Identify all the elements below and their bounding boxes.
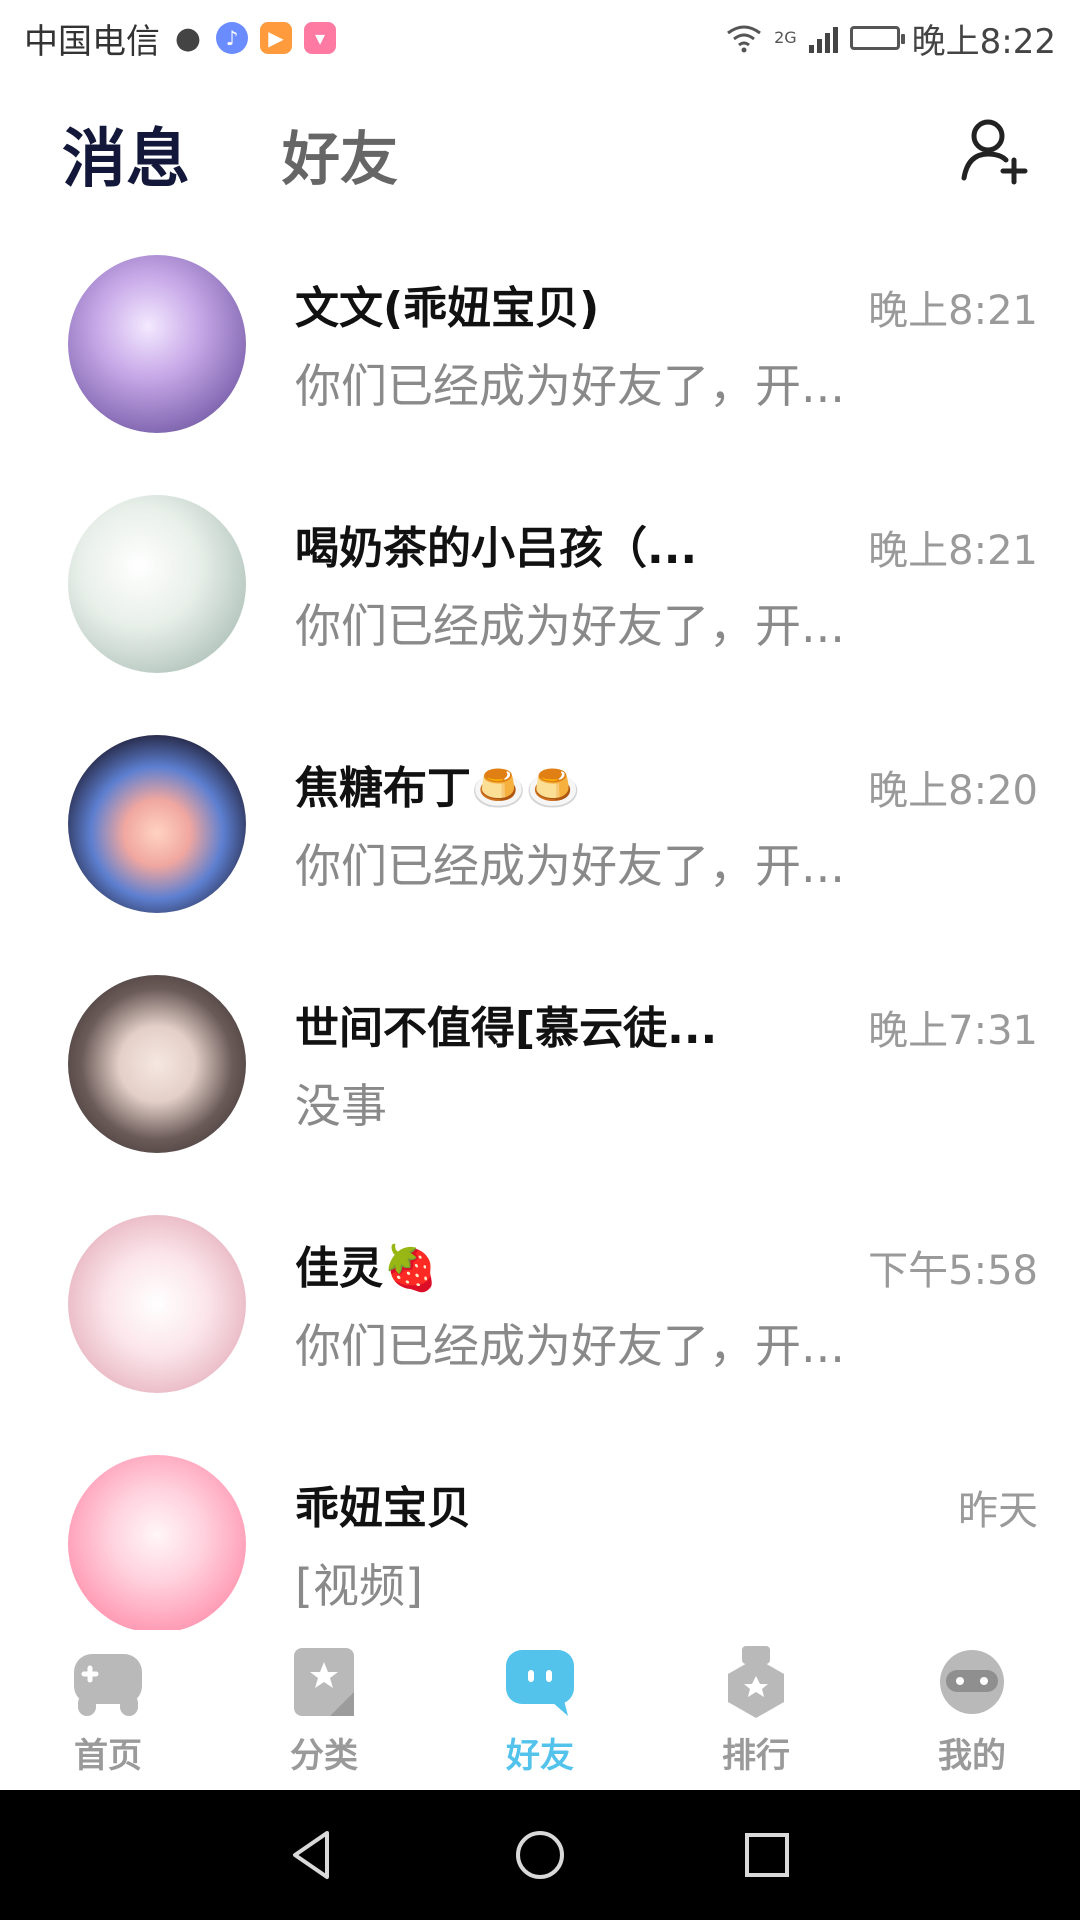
music-icon: ♪ xyxy=(216,22,248,54)
ranking-icon xyxy=(728,1645,784,1718)
message-preview: 你们已经成为好友了，开... xyxy=(295,839,845,893)
status-time: 晚上8:22 xyxy=(911,21,1056,62)
category-icon xyxy=(294,1647,354,1716)
carrier-label: 中国电信 xyxy=(24,21,160,62)
status-right: 2G 晚上8:22 xyxy=(726,14,1056,63)
contact-name: 文文(乖妞宝贝) xyxy=(295,283,600,334)
status-left: 中国电信 ● ♪ ▶ ▾ xyxy=(24,14,336,63)
nav-label: 首页 xyxy=(74,1735,142,1776)
add-friend-button[interactable] xyxy=(960,116,1030,186)
conversation-list: 文文(乖妞宝贝) 晚上8:21 你们已经成为好友了，开... 喝奶茶的小吕孩（.… xyxy=(0,250,1080,1690)
message-time: 昨天 xyxy=(958,1488,1038,1534)
nav-item-ranking[interactable]: 排行 xyxy=(666,1644,846,1777)
nav-item-category[interactable]: 分类 xyxy=(234,1644,414,1777)
avatar[interactable] xyxy=(68,1215,246,1393)
conversation-item[interactable]: 焦糖布丁🍮🍮 晚上8:20 你们已经成为好友了，开... xyxy=(0,730,1080,970)
conversation-item[interactable]: 佳灵🍓 下午5:58 你们已经成为好友了，开... xyxy=(0,1210,1080,1450)
wifi-icon xyxy=(727,25,761,53)
message-time: 晚上8:20 xyxy=(868,768,1038,814)
nav-item-home[interactable]: 首页 xyxy=(18,1644,198,1777)
nav-label: 好友 xyxy=(506,1735,574,1776)
video-player-icon: ▶ xyxy=(260,22,292,54)
message-time: 晚上8:21 xyxy=(868,528,1038,574)
nav-label: 我的 xyxy=(938,1735,1006,1776)
nav-label: 排行 xyxy=(722,1735,790,1776)
home-icon[interactable] xyxy=(510,1825,570,1885)
avatar[interactable] xyxy=(68,735,246,913)
chat-bubble-icon xyxy=(506,1649,574,1716)
nav-label: 分类 xyxy=(290,1735,358,1776)
screen: 中国电信 ● ♪ ▶ ▾ 2G 晚上8:22 消息 好友 文文(乖妞宝贝) 晚上… xyxy=(0,0,1080,1920)
recents-icon[interactable] xyxy=(737,1825,797,1885)
shop-icon: ▾ xyxy=(304,22,336,54)
tab-messages[interactable]: 消息 xyxy=(62,108,190,200)
nav-item-profile[interactable]: 我的 xyxy=(882,1644,1062,1777)
network-type-label: 2G xyxy=(774,27,797,47)
message-time: 晚上8:21 xyxy=(868,288,1038,334)
contact-name: 焦糖布丁🍮🍮 xyxy=(295,763,581,814)
message-preview: 你们已经成为好友了，开... xyxy=(295,359,845,413)
avatar[interactable] xyxy=(68,975,246,1153)
message-preview: 你们已经成为好友了，开... xyxy=(295,599,845,653)
wechat-icon: ● xyxy=(174,20,202,56)
battery-icon xyxy=(849,26,905,50)
gamepad-icon xyxy=(74,1653,142,1716)
nav-item-friends[interactable]: 好友 xyxy=(450,1644,630,1777)
contact-name: 乖妞宝贝 xyxy=(295,1483,471,1534)
header: 消息 好友 xyxy=(0,96,1080,206)
contact-name: 世间不值得[慕云徒... xyxy=(295,1003,718,1054)
back-icon[interactable] xyxy=(283,1825,343,1885)
message-time: 晚上7:31 xyxy=(868,1008,1038,1054)
status-bar: 中国电信 ● ♪ ▶ ▾ 2G 晚上8:22 xyxy=(0,0,1080,76)
bottom-nav: 首页 分类 好友 排行 我的 xyxy=(0,1630,1080,1790)
avatar[interactable] xyxy=(68,495,246,673)
conversation-item[interactable]: 文文(乖妞宝贝) 晚上8:21 你们已经成为好友了，开... xyxy=(0,250,1080,490)
contact-name: 佳灵🍓 xyxy=(295,1243,438,1294)
signal-icon xyxy=(808,23,838,53)
message-preview: 没事 xyxy=(295,1079,387,1133)
contact-name: 喝奶茶的小吕孩（... xyxy=(295,523,698,574)
conversation-item[interactable]: 喝奶茶的小吕孩（... 晚上8:21 你们已经成为好友了，开... xyxy=(0,490,1080,730)
profile-gamepad-icon xyxy=(940,1649,1004,1714)
avatar[interactable] xyxy=(68,255,246,433)
system-nav-bar xyxy=(0,1790,1080,1920)
message-time: 下午5:58 xyxy=(868,1248,1038,1294)
tab-friends[interactable]: 好友 xyxy=(282,112,398,196)
message-preview: 你们已经成为好友了，开... xyxy=(295,1319,845,1373)
avatar[interactable] xyxy=(68,1455,246,1633)
conversation-item[interactable]: 世间不值得[慕云徒... 晚上7:31 没事 xyxy=(0,970,1080,1210)
message-preview: [视频] xyxy=(295,1559,423,1613)
